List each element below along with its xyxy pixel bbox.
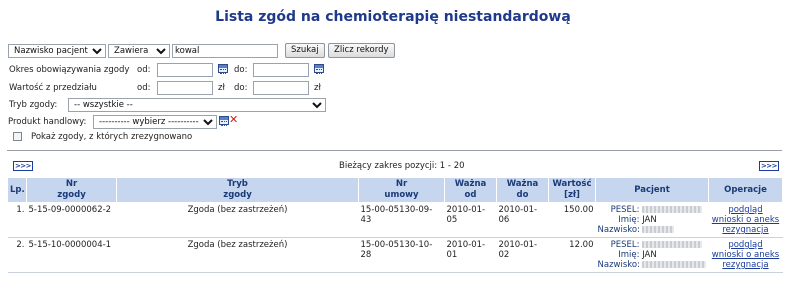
cell-nr-umowy: 15-00-05130-09-43 [358,202,445,238]
podglad-link[interactable]: podgląd [711,240,781,250]
list-icon[interactable] [219,116,229,126]
value-to-label: do: [234,83,248,93]
cell-nr-zgody: 5-15-10-0000004-1 [26,237,117,273]
product-label: Produkt handlowy: [8,117,87,127]
divider [7,150,782,151]
value-from-input[interactable] [157,81,213,95]
pager-next-button[interactable]: >>> [759,161,779,171]
nazwisko-label: Nazwisko: [597,260,640,270]
cell-nr-umowy: 15-00-05130-10-28 [358,237,445,273]
pesel-redacted [642,241,703,248]
col-wartosc[interactable]: Wartość [zł] [548,177,596,203]
validity-to-input[interactable] [253,63,309,77]
nazwisko-redacted [642,226,675,233]
withdrawn-checkbox[interactable] [13,132,22,141]
search-operator-select[interactable]: Zawiera [108,44,170,58]
validity-from-input[interactable] [157,63,213,77]
count-records-button[interactable]: Zlicz rekordy [328,43,395,58]
product-select[interactable]: ---------- wybierz ---------- [93,115,217,129]
cell-nr-zgody: 5-15-09-0000062-2 [26,202,117,238]
value-from-label: od: [137,83,151,93]
rezygnacja-link[interactable]: rezygnacja [711,225,781,235]
cell-lp: 2. [7,237,27,273]
cell-pacjent: PESEL: Imię: JAN Nazwisko: [595,202,709,238]
cell-lp: 1. [7,202,27,238]
currency-label: zł [314,83,321,93]
cell-operacje: podgląd wnioski o aneks rezygnacja [708,237,783,273]
clear-x-icon[interactable]: ✕ [229,114,238,125]
search-field-select[interactable]: Nazwisko pacjenta [8,44,106,58]
pesel-redacted [642,206,703,213]
imie-value: JAN [642,215,657,225]
search-input[interactable] [172,44,278,58]
wnioski-aneks-link[interactable]: wnioski o aneks [711,250,781,260]
cell-tryb: Zgoda (bez zastrzeżeń) [116,202,359,238]
cell-wartosc: 150.00 [548,202,596,238]
mode-select[interactable]: -- wszystkie -- [68,98,326,112]
imie-label: Imię: [618,215,640,225]
validity-from-label: od: [137,65,151,75]
imie-value: JAN [642,250,657,260]
validity-to-label: do: [234,65,248,75]
cell-wazna-od: 2010-01-01 [444,237,497,273]
calendar-icon[interactable] [314,64,324,74]
cell-pacjent: PESEL: Imię: JAN Nazwisko: [595,237,709,273]
imie-label: Imię: [618,250,640,260]
cell-wazna-do: 2010-01-06 [496,202,549,238]
podglad-link[interactable]: podgląd [711,205,781,215]
pager-prev-button[interactable]: >>> [13,161,33,171]
rezygnacja-link[interactable]: rezygnacja [711,260,781,270]
value-range-label: Wartość z przedziału [9,83,97,93]
col-operacje: Operacje [708,177,783,203]
col-wazna-od[interactable]: Ważna od [444,177,497,203]
col-lp[interactable]: Lp. [7,177,27,203]
currency-label: zł [218,83,225,93]
calendar-icon[interactable] [218,64,228,74]
pager-range-text: Bieżący zakres pozycji: 1 - 20 [339,161,465,171]
value-to-input[interactable] [253,81,309,95]
wnioski-aneks-link[interactable]: wnioski o aneks [711,215,781,225]
cell-wazna-od: 2010-01-05 [444,202,497,238]
page-title: Lista zgód na chemioterapię niestandardo… [215,9,571,25]
col-pacjent: Pacjent [595,177,709,203]
table-row: 2. 5-15-10-0000004-1 Zgoda (bez zastrzeż… [7,237,783,273]
nazwisko-label: Nazwisko: [597,225,640,235]
cell-wazna-do: 2010-01-02 [496,237,549,273]
pesel-label: PESEL: [610,205,640,215]
cell-tryb: Zgoda (bez zastrzeżeń) [116,237,359,273]
table-row: 1. 5-15-09-0000062-2 Zgoda (bez zastrzeż… [7,202,783,238]
results-table: Lp. Nr zgody Tryb zgody Nr umowy Ważna od Wa… [7,177,783,273]
table-header-row: Lp. Nr zgody Tryb zgody Nr umowy Ważna od Wa… [7,177,783,203]
mode-label: Tryb zgody: [9,100,58,110]
col-nr-zgody[interactable]: Nr zgody [26,177,117,203]
col-wazna-do[interactable]: Ważna do [496,177,549,203]
col-tryb[interactable]: Tryb zgody [116,177,359,203]
cell-operacje: podgląd wnioski o aneks rezygnacja [708,202,783,238]
nazwisko-redacted [642,261,707,268]
cell-wartosc: 12.00 [548,237,596,273]
validity-label: Okres obowiązywania zgody [9,65,130,75]
withdrawn-label: Pokaż zgody, z których zrezygnowano [31,132,193,142]
pesel-label: PESEL: [610,240,640,250]
col-nr-umowy[interactable]: Nr umowy [358,177,445,203]
search-button[interactable]: Szukaj [285,43,325,58]
